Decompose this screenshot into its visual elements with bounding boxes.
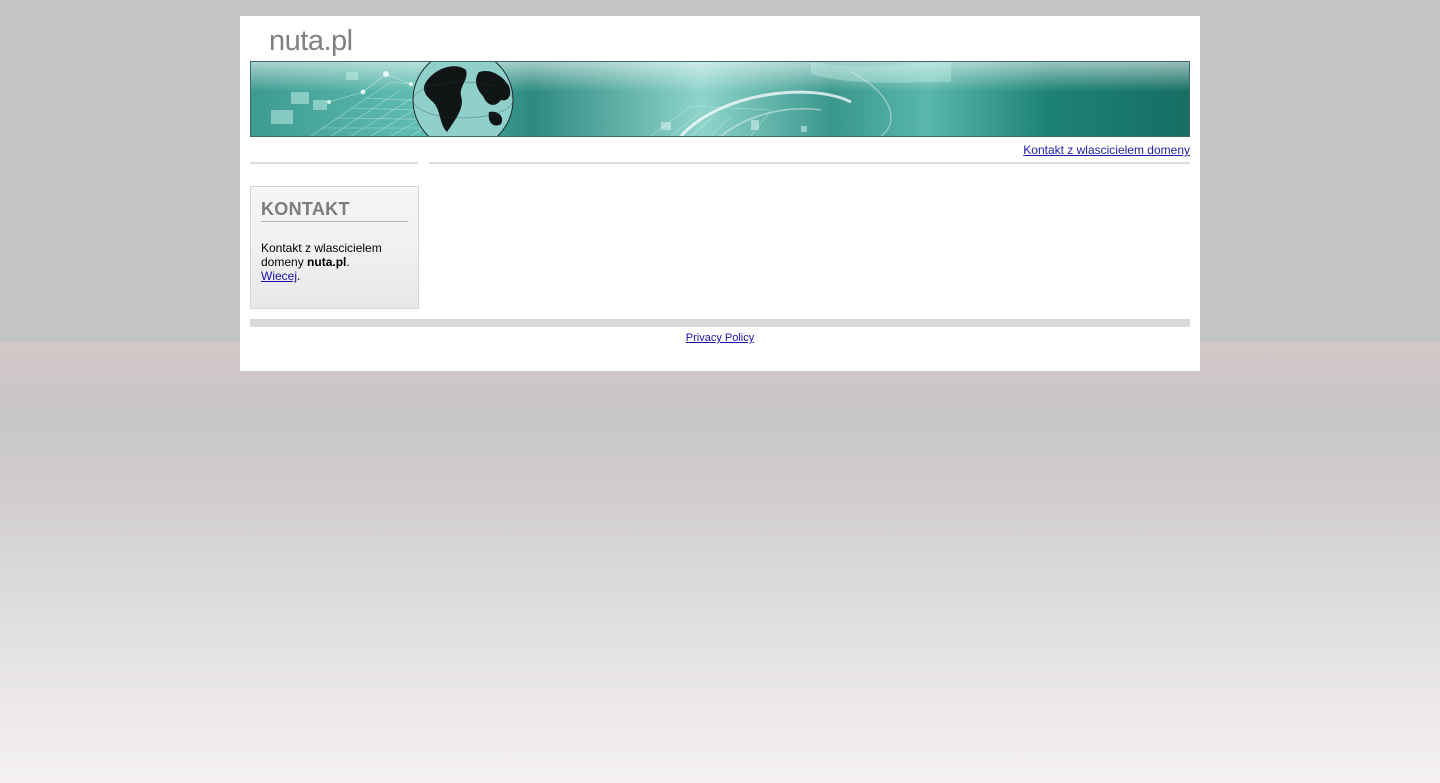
more-link[interactable]: Wiecej (261, 269, 297, 283)
footer: Privacy Policy (240, 332, 1200, 344)
header-banner (250, 61, 1190, 137)
left-divider (250, 162, 418, 164)
contact-box-text: Kontakt z wlascicielem domeny nuta.pl. W… (261, 241, 411, 283)
privacy-policy-link[interactable]: Privacy Policy (686, 332, 754, 344)
site-title: nuta.pl (269, 25, 353, 57)
page-container: nuta.pl Kontakt z wlascicielem domeny KO… (240, 16, 1200, 371)
contact-box-text-after: . (346, 255, 350, 269)
contact-owner-link[interactable]: Kontakt z wlascicielem domeny (1023, 143, 1190, 157)
top-link-row: Kontakt z wlascicielem domeny (1023, 143, 1190, 157)
banner-artwork (271, 62, 951, 136)
footer-bar (250, 319, 1190, 327)
more-suffix: . (297, 269, 301, 283)
contact-box: KONTAKT Kontakt z wlascicielem domeny nu… (250, 186, 419, 309)
contact-box-title: KONTAKT (261, 199, 408, 222)
contact-box-domain: nuta.pl (307, 255, 347, 269)
right-divider (429, 162, 1190, 164)
